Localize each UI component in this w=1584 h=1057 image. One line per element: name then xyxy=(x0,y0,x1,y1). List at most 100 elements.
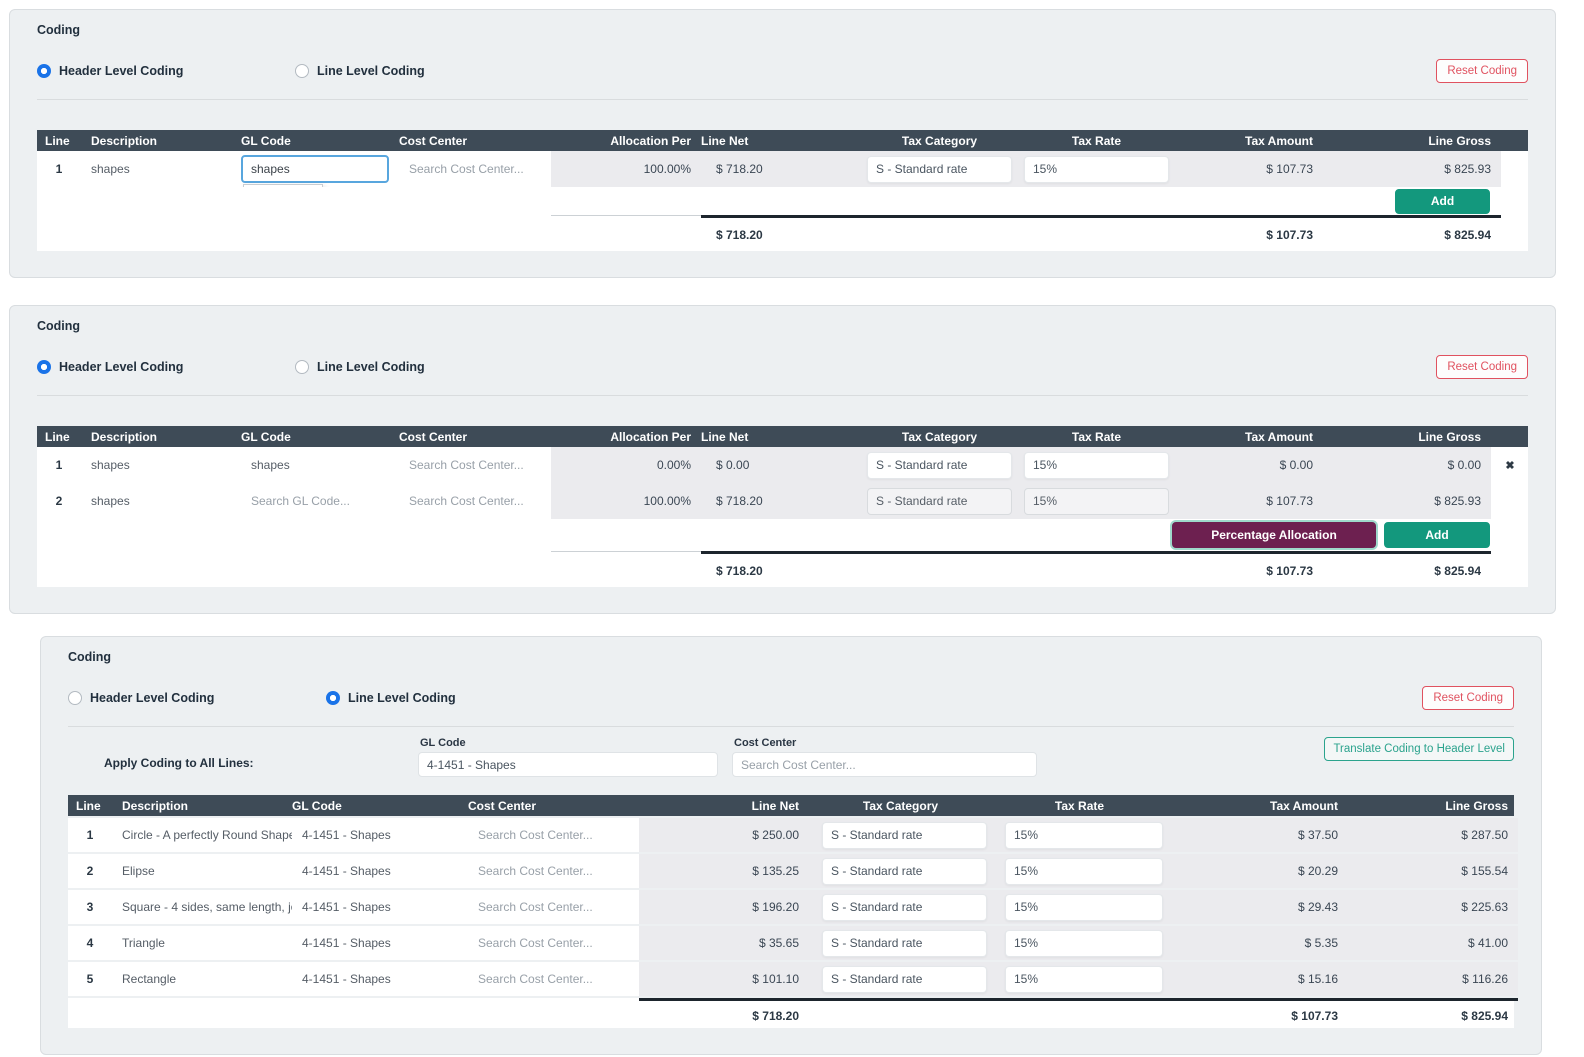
dropdown-option[interactable]: 4-1451 - Shapes xyxy=(244,185,322,187)
total-line-gross: $ 825.94 xyxy=(1348,998,1518,1028)
total-tax-amount: $ 107.73 xyxy=(1175,551,1323,587)
tax-category-input[interactable] xyxy=(867,155,1012,183)
col-cost-center: Cost Center xyxy=(468,798,537,813)
remove-line-icon[interactable]: ✖ xyxy=(1505,460,1514,472)
tax-category-input[interactable] xyxy=(822,929,987,957)
cost-center-input[interactable]: Search Cost Center... xyxy=(468,972,639,986)
radio-line-level-coding[interactable]: Line Level Coding xyxy=(295,64,425,78)
col-line-gross: Line Gross xyxy=(1428,133,1491,148)
apply-cost-center-input[interactable] xyxy=(732,752,1037,777)
col-line: Line xyxy=(45,133,70,148)
cell-tax-rate xyxy=(992,854,1167,888)
tax-category-input[interactable] xyxy=(867,487,1012,515)
translate-coding-button[interactable]: Translate Coding to Header Level xyxy=(1324,737,1514,761)
tax-rate-input[interactable] xyxy=(1005,929,1163,957)
cost-center-input[interactable]: Search Cost Center... xyxy=(468,900,639,914)
cell-line-number: 5 xyxy=(86,972,94,986)
tax-rate-input[interactable] xyxy=(1005,857,1163,885)
cell-line-gross: $ 225.63 xyxy=(1348,890,1518,924)
tax-category-input[interactable] xyxy=(822,857,987,885)
radio-header-level-coding[interactable]: Header Level Coding xyxy=(37,64,295,78)
gl-code-input[interactable]: 4-1451 - Shapes xyxy=(292,900,468,914)
radio-unselected-icon[interactable] xyxy=(295,64,309,78)
tax-rate-input[interactable] xyxy=(1005,965,1163,993)
cell-line-net: $ 135.25 xyxy=(639,854,809,888)
percentage-allocation-button[interactable]: Percentage Allocation xyxy=(1172,522,1376,548)
table-header-row: Line Description GL Code Cost Center Lin… xyxy=(68,795,1514,816)
col-line-net: Line Net xyxy=(701,133,749,148)
gl-code-input[interactable]: 4-1451 - Shapes xyxy=(292,864,468,878)
cell-description: Triangle xyxy=(122,936,165,950)
cell-tax-amount: $ 15.16 xyxy=(1167,962,1348,996)
tax-category-input[interactable] xyxy=(867,451,1012,479)
cell-line-gross: $ 825.93 xyxy=(1323,483,1491,519)
radio-selected-icon[interactable] xyxy=(37,64,51,78)
cell-description: Circle - A perfectly Round Shape xyxy=(122,828,292,842)
gl-code-input[interactable]: Search GL Code... xyxy=(241,494,399,508)
col-line-net: Line Net xyxy=(751,798,799,813)
col-tax-rate: Tax Rate xyxy=(1054,798,1105,813)
panel-title: Coding xyxy=(37,319,81,333)
radio-line-level-coding[interactable]: Line Level Coding xyxy=(295,360,425,374)
cell-tax-amount: $ 20.29 xyxy=(1167,854,1348,888)
tax-rate-input[interactable] xyxy=(1024,451,1169,479)
cost-center-input[interactable]: Search Cost Center... xyxy=(468,828,639,842)
reset-coding-button[interactable]: Reset Coding xyxy=(1436,59,1528,83)
cell-line-net: $ 250.00 xyxy=(639,818,809,852)
col-allocation-per: Allocation Per xyxy=(610,429,691,444)
total-line-gross: $ 825.94 xyxy=(1323,215,1501,251)
cell-line-net: $ 718.20 xyxy=(701,151,861,187)
gl-code-input[interactable]: shapes xyxy=(241,458,399,472)
gl-code-input[interactable] xyxy=(241,155,389,183)
cost-center-input[interactable]: Search Cost Center... xyxy=(468,936,639,950)
table-row: 4 Triangle 4-1451 - Shapes Search Cost C… xyxy=(68,926,1518,960)
tax-category-input[interactable] xyxy=(822,893,987,921)
tax-rate-input[interactable] xyxy=(1005,821,1163,849)
reset-coding-button[interactable]: Reset Coding xyxy=(1436,355,1528,379)
tax-rate-input[interactable] xyxy=(1024,155,1169,183)
apply-gl-code-input[interactable] xyxy=(418,752,718,777)
radio-selected-icon[interactable] xyxy=(326,691,340,705)
radio-header-level-coding[interactable]: Header Level Coding xyxy=(37,360,295,374)
cell-line-number: 1 xyxy=(86,828,94,842)
tax-category-input[interactable] xyxy=(822,821,987,849)
col-tax-rate: Tax Rate xyxy=(1071,133,1122,148)
gl-code-input[interactable]: 4-1451 - Shapes xyxy=(292,828,468,842)
cost-center-input[interactable]: Search Cost Center... xyxy=(399,494,551,508)
cell-line-gross: $ 0.00 xyxy=(1323,447,1491,483)
reset-coding-button[interactable]: Reset Coding xyxy=(1422,686,1514,710)
tax-category-input[interactable] xyxy=(822,965,987,993)
coding-level-radio-group: Header Level Coding Line Level Coding Re… xyxy=(37,59,1528,83)
radio-label: Line Level Coding xyxy=(348,691,456,705)
add-line-button[interactable]: Add xyxy=(1384,522,1490,548)
radio-label: Header Level Coding xyxy=(90,691,215,705)
gl-code-input[interactable]: 4-1451 - Shapes xyxy=(292,972,468,986)
col-line-gross: Line Gross xyxy=(1445,798,1508,813)
tax-rate-input[interactable] xyxy=(1024,487,1169,515)
radio-unselected-icon[interactable] xyxy=(68,691,82,705)
table-header-row: Line Description GL Code Cost Center All… xyxy=(37,426,1528,447)
table-row: 1 shapes shapes Search Cost Center... 0.… xyxy=(37,447,1528,483)
radio-label: Header Level Coding xyxy=(59,360,184,374)
coding-table: Line Description GL Code Cost Center All… xyxy=(37,130,1528,251)
cost-center-input[interactable]: Search Cost Center... xyxy=(399,162,551,176)
divider xyxy=(37,99,1528,100)
radio-label: Header Level Coding xyxy=(59,64,184,78)
cost-center-input[interactable]: Search Cost Center... xyxy=(399,458,551,472)
radio-unselected-icon[interactable] xyxy=(295,360,309,374)
radio-line-level-coding[interactable]: Line Level Coding xyxy=(326,691,456,705)
cell-tax-rate xyxy=(1018,483,1175,519)
add-line-button[interactable]: Add xyxy=(1395,188,1490,214)
radio-header-level-coding[interactable]: Header Level Coding xyxy=(68,691,326,705)
radio-selected-icon[interactable] xyxy=(37,360,51,374)
col-line: Line xyxy=(45,429,70,444)
col-description: Description xyxy=(91,429,158,444)
col-allocation-per: Allocation Per xyxy=(610,133,691,148)
cell-tax-amount: $ 37.50 xyxy=(1167,818,1348,852)
cost-center-input[interactable]: Search Cost Center... xyxy=(468,864,639,878)
cell-tax-category xyxy=(809,818,992,852)
tax-rate-input[interactable] xyxy=(1005,893,1163,921)
gl-code-input[interactable]: 4-1451 - Shapes xyxy=(292,936,468,950)
table-header-row: Line Description GL Code Cost Center All… xyxy=(37,130,1528,151)
coding-table: Line Description GL Code Cost Center All… xyxy=(37,426,1528,587)
